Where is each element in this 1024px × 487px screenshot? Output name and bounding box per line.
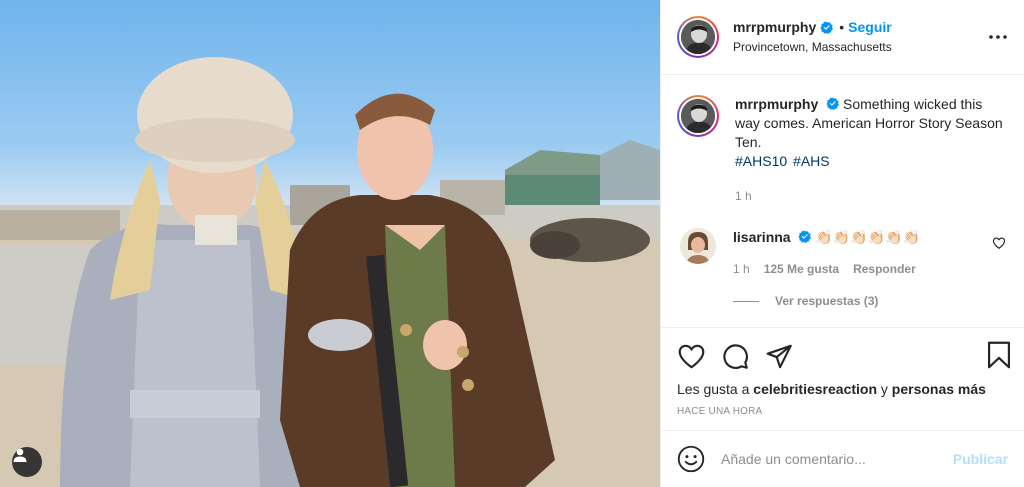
share-button[interactable] <box>765 342 793 370</box>
likes-prefix: Les gusta a <box>677 381 750 397</box>
more-options-button[interactable] <box>986 25 1010 49</box>
person-avatar-icon <box>680 228 716 264</box>
caption: mrrpmurphy Something wicked this way com… <box>677 95 1008 206</box>
post-timestamp[interactable]: HACE UNA HORA <box>677 406 1008 417</box>
comment-input[interactable] <box>721 451 953 467</box>
person-avatar-icon <box>681 99 715 133</box>
liker-username[interactable]: celebritiesreaction <box>753 381 877 397</box>
instagram-post: mrrpmurphy • Seguir Provincetown, Massac… <box>0 0 1024 487</box>
author-username[interactable]: mrrpmurphy <box>733 18 816 36</box>
hashtag-link[interactable]: #AHS <box>793 153 830 169</box>
hashtag-link[interactable]: #AHS10 <box>735 153 787 169</box>
comment-text: 👏🏻👏🏻👏🏻👏🏻👏🏻👏🏻 <box>815 229 920 245</box>
caption-hashtags: #AHS10 #AHS <box>735 152 1008 171</box>
user-tags-button[interactable] <box>12 447 42 477</box>
caption-username[interactable]: mrrpmurphy <box>735 96 818 112</box>
speech-bubble-icon <box>722 343 748 369</box>
emoji-smiley-icon[interactable] <box>677 445 705 473</box>
heart-icon <box>678 344 704 368</box>
post-header: mrrpmurphy • Seguir Provincetown, Massac… <box>661 0 1024 75</box>
post-sidebar: mrrpmurphy • Seguir Provincetown, Massac… <box>660 0 1024 487</box>
separator-dot: • <box>839 19 845 35</box>
verified-badge-icon <box>826 97 840 110</box>
comment-likes[interactable]: 125 Me gusta <box>764 260 839 278</box>
likes-summary: Les gusta a celebritiesreaction y person… <box>677 380 1008 398</box>
view-replies-label: Ver respuestas (3) <box>775 294 879 308</box>
photo-illustration <box>0 57 660 487</box>
comment-button[interactable] <box>721 342 749 370</box>
commenter-username[interactable]: lisarinna <box>733 229 791 245</box>
ellipsis-icon <box>989 35 1007 39</box>
reply-button[interactable]: Responder <box>853 260 916 278</box>
comment-time[interactable]: 1 h <box>733 260 750 278</box>
caption-time[interactable]: 1 h <box>735 187 1008 206</box>
publish-button[interactable]: Publicar <box>953 451 1008 467</box>
post-photo[interactable] <box>0 0 660 487</box>
caption-author-avatar[interactable] <box>677 95 719 137</box>
follow-button[interactable]: Seguir <box>848 18 892 36</box>
bookmark-icon[interactable] <box>986 341 1012 369</box>
author-avatar[interactable] <box>677 16 719 58</box>
post-location[interactable]: Provincetown, Massachusetts <box>733 38 892 56</box>
commenter-avatar[interactable] <box>680 228 716 264</box>
post-actions: Les gusta a celebritiesreaction y person… <box>661 327 1024 430</box>
like-comment-heart-icon[interactable] <box>992 236 1006 250</box>
paper-plane-icon <box>766 344 792 368</box>
like-button[interactable] <box>677 342 705 370</box>
add-comment-bar: Publicar <box>661 430 1024 487</box>
likes-conj: y <box>880 381 888 397</box>
verified-badge-icon <box>820 20 834 34</box>
person-icon <box>13 448 27 462</box>
view-replies-button[interactable]: Ver respuestas (3) <box>733 294 1008 308</box>
replies-divider-line <box>733 300 759 302</box>
verified-badge-icon <box>798 230 812 243</box>
person-avatar-icon <box>681 20 715 54</box>
comments-section: mrrpmurphy Something wicked this way com… <box>661 75 1024 327</box>
other-likers-link[interactable]: personas más <box>892 381 986 397</box>
comment-item: lisarinna 👏🏻👏🏻👏🏻👏🏻👏🏻👏🏻 1 h 125 Me gusta … <box>677 228 1008 278</box>
